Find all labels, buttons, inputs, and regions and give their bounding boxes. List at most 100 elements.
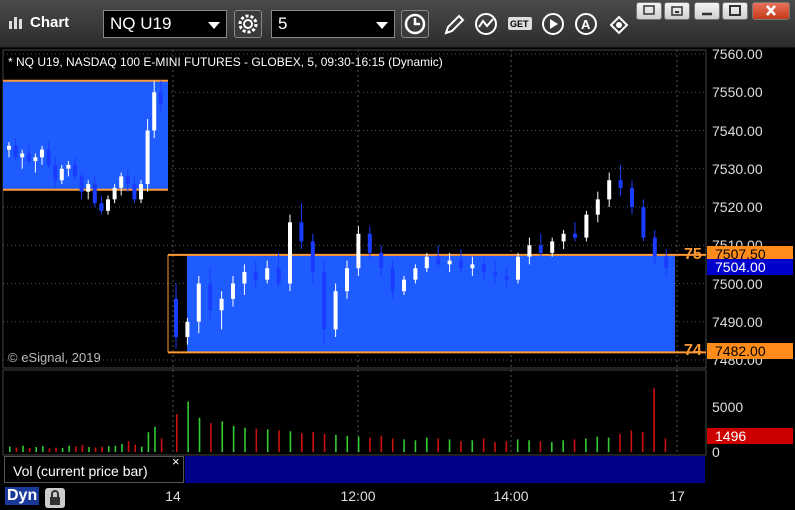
candle-body xyxy=(550,241,555,253)
volume-bar xyxy=(619,434,621,452)
candle-body xyxy=(276,268,281,284)
candle-body xyxy=(356,233,361,269)
candle-body xyxy=(607,180,612,200)
price-tick: 7520.00 xyxy=(712,199,763,215)
candle-body xyxy=(447,260,452,265)
candle-body xyxy=(79,176,84,192)
close-study-icon[interactable]: × xyxy=(172,454,180,469)
volume-bar xyxy=(134,444,136,452)
candle-body xyxy=(402,279,406,292)
volume-bar xyxy=(15,447,18,452)
candle-body xyxy=(390,268,395,292)
volume-bar xyxy=(653,388,655,452)
chart-header: * NQ U19, NASDAQ 100 E-MINI FUTURES - GL… xyxy=(8,55,443,69)
volume-bar xyxy=(266,429,269,452)
volume-bar xyxy=(585,438,587,452)
candle-body xyxy=(652,237,657,257)
candle-body xyxy=(132,184,137,200)
time-tick: 14 xyxy=(165,488,181,504)
price-tick: 7540.00 xyxy=(712,122,763,139)
volume-bar xyxy=(607,437,610,452)
candle-body xyxy=(504,275,509,280)
candle-body xyxy=(145,130,150,185)
candle-body xyxy=(379,252,384,269)
candle-body xyxy=(152,92,157,131)
volume-bar xyxy=(528,440,530,452)
candle-body xyxy=(7,145,11,150)
volume-bar xyxy=(210,423,212,452)
price-tick: 7530.00 xyxy=(712,160,763,177)
candle-body xyxy=(493,272,498,276)
candle-body xyxy=(125,176,130,185)
candle-body xyxy=(367,233,372,253)
volume-bar xyxy=(357,436,360,452)
volume-bar xyxy=(573,439,576,452)
volume-bar xyxy=(221,421,224,452)
volume-bar xyxy=(426,437,428,452)
volume-bar xyxy=(141,446,143,452)
volume-bar xyxy=(301,433,303,452)
candle-body xyxy=(630,187,634,207)
volume-bar xyxy=(369,437,371,452)
volume-bar xyxy=(22,445,24,452)
candle-body xyxy=(73,164,77,177)
candle-body xyxy=(242,272,247,284)
volume-bar xyxy=(244,427,246,452)
volume-study-label: Vol (current price bar) xyxy=(13,463,148,479)
volume-bar xyxy=(147,432,150,452)
candle-body xyxy=(174,298,178,338)
candle-body xyxy=(40,149,44,158)
candle-body xyxy=(573,233,577,238)
volume-bar xyxy=(55,447,57,452)
candle-body xyxy=(481,264,486,273)
volume-bar xyxy=(9,446,11,452)
volume-bar xyxy=(160,438,163,452)
last-price-tag: 7504.00 xyxy=(707,259,793,275)
candle-body xyxy=(595,199,600,215)
volume-label-strip xyxy=(185,456,705,483)
volume-tick: 0 xyxy=(712,444,720,460)
copyright-text: © eSignal, 2019 xyxy=(8,350,101,365)
candle-body xyxy=(618,180,623,188)
candle-body xyxy=(13,145,18,158)
lock-icon[interactable] xyxy=(45,488,65,508)
candle-body xyxy=(265,268,270,280)
price-chart[interactable] xyxy=(0,0,795,510)
volume-bar xyxy=(505,441,508,452)
candle-body xyxy=(139,184,143,200)
volume-bar xyxy=(539,441,542,452)
volume-bar xyxy=(198,417,201,452)
volume-bar xyxy=(154,426,156,452)
candle-body xyxy=(53,164,58,181)
volume-bar xyxy=(232,425,235,452)
candle-body xyxy=(99,203,104,211)
candle-body xyxy=(527,245,532,257)
volume-bar xyxy=(114,445,117,452)
time-tick: 14:00 xyxy=(493,488,529,504)
volume-bar xyxy=(42,446,44,452)
volume-bar xyxy=(335,434,337,452)
volume-bar xyxy=(494,442,496,452)
candle-body xyxy=(538,245,543,253)
volume-bar xyxy=(414,440,417,452)
volume-study-panel[interactable]: Vol (current price bar) × xyxy=(4,454,184,483)
time-tick: 12:00 xyxy=(340,488,376,504)
candle-body xyxy=(185,321,190,338)
volume-bar xyxy=(121,443,123,452)
time-tick: 17 xyxy=(669,488,685,504)
volume-bar xyxy=(176,414,178,452)
volume-bar xyxy=(48,448,51,452)
volume-bar xyxy=(28,447,31,452)
lower-level-tag: 7482.00 xyxy=(707,343,793,359)
candle-body xyxy=(516,256,520,280)
dynamic-mode-button[interactable]: Dyn xyxy=(5,487,40,505)
candle-body xyxy=(470,264,475,269)
volume-bar xyxy=(437,438,439,452)
candle-body xyxy=(413,268,418,280)
candle-body xyxy=(86,184,91,192)
upper-level-label: 75 xyxy=(684,246,702,263)
candle-body xyxy=(33,157,38,162)
volume-bar xyxy=(94,447,97,452)
candle-body xyxy=(459,260,463,269)
candle-body xyxy=(584,214,589,238)
